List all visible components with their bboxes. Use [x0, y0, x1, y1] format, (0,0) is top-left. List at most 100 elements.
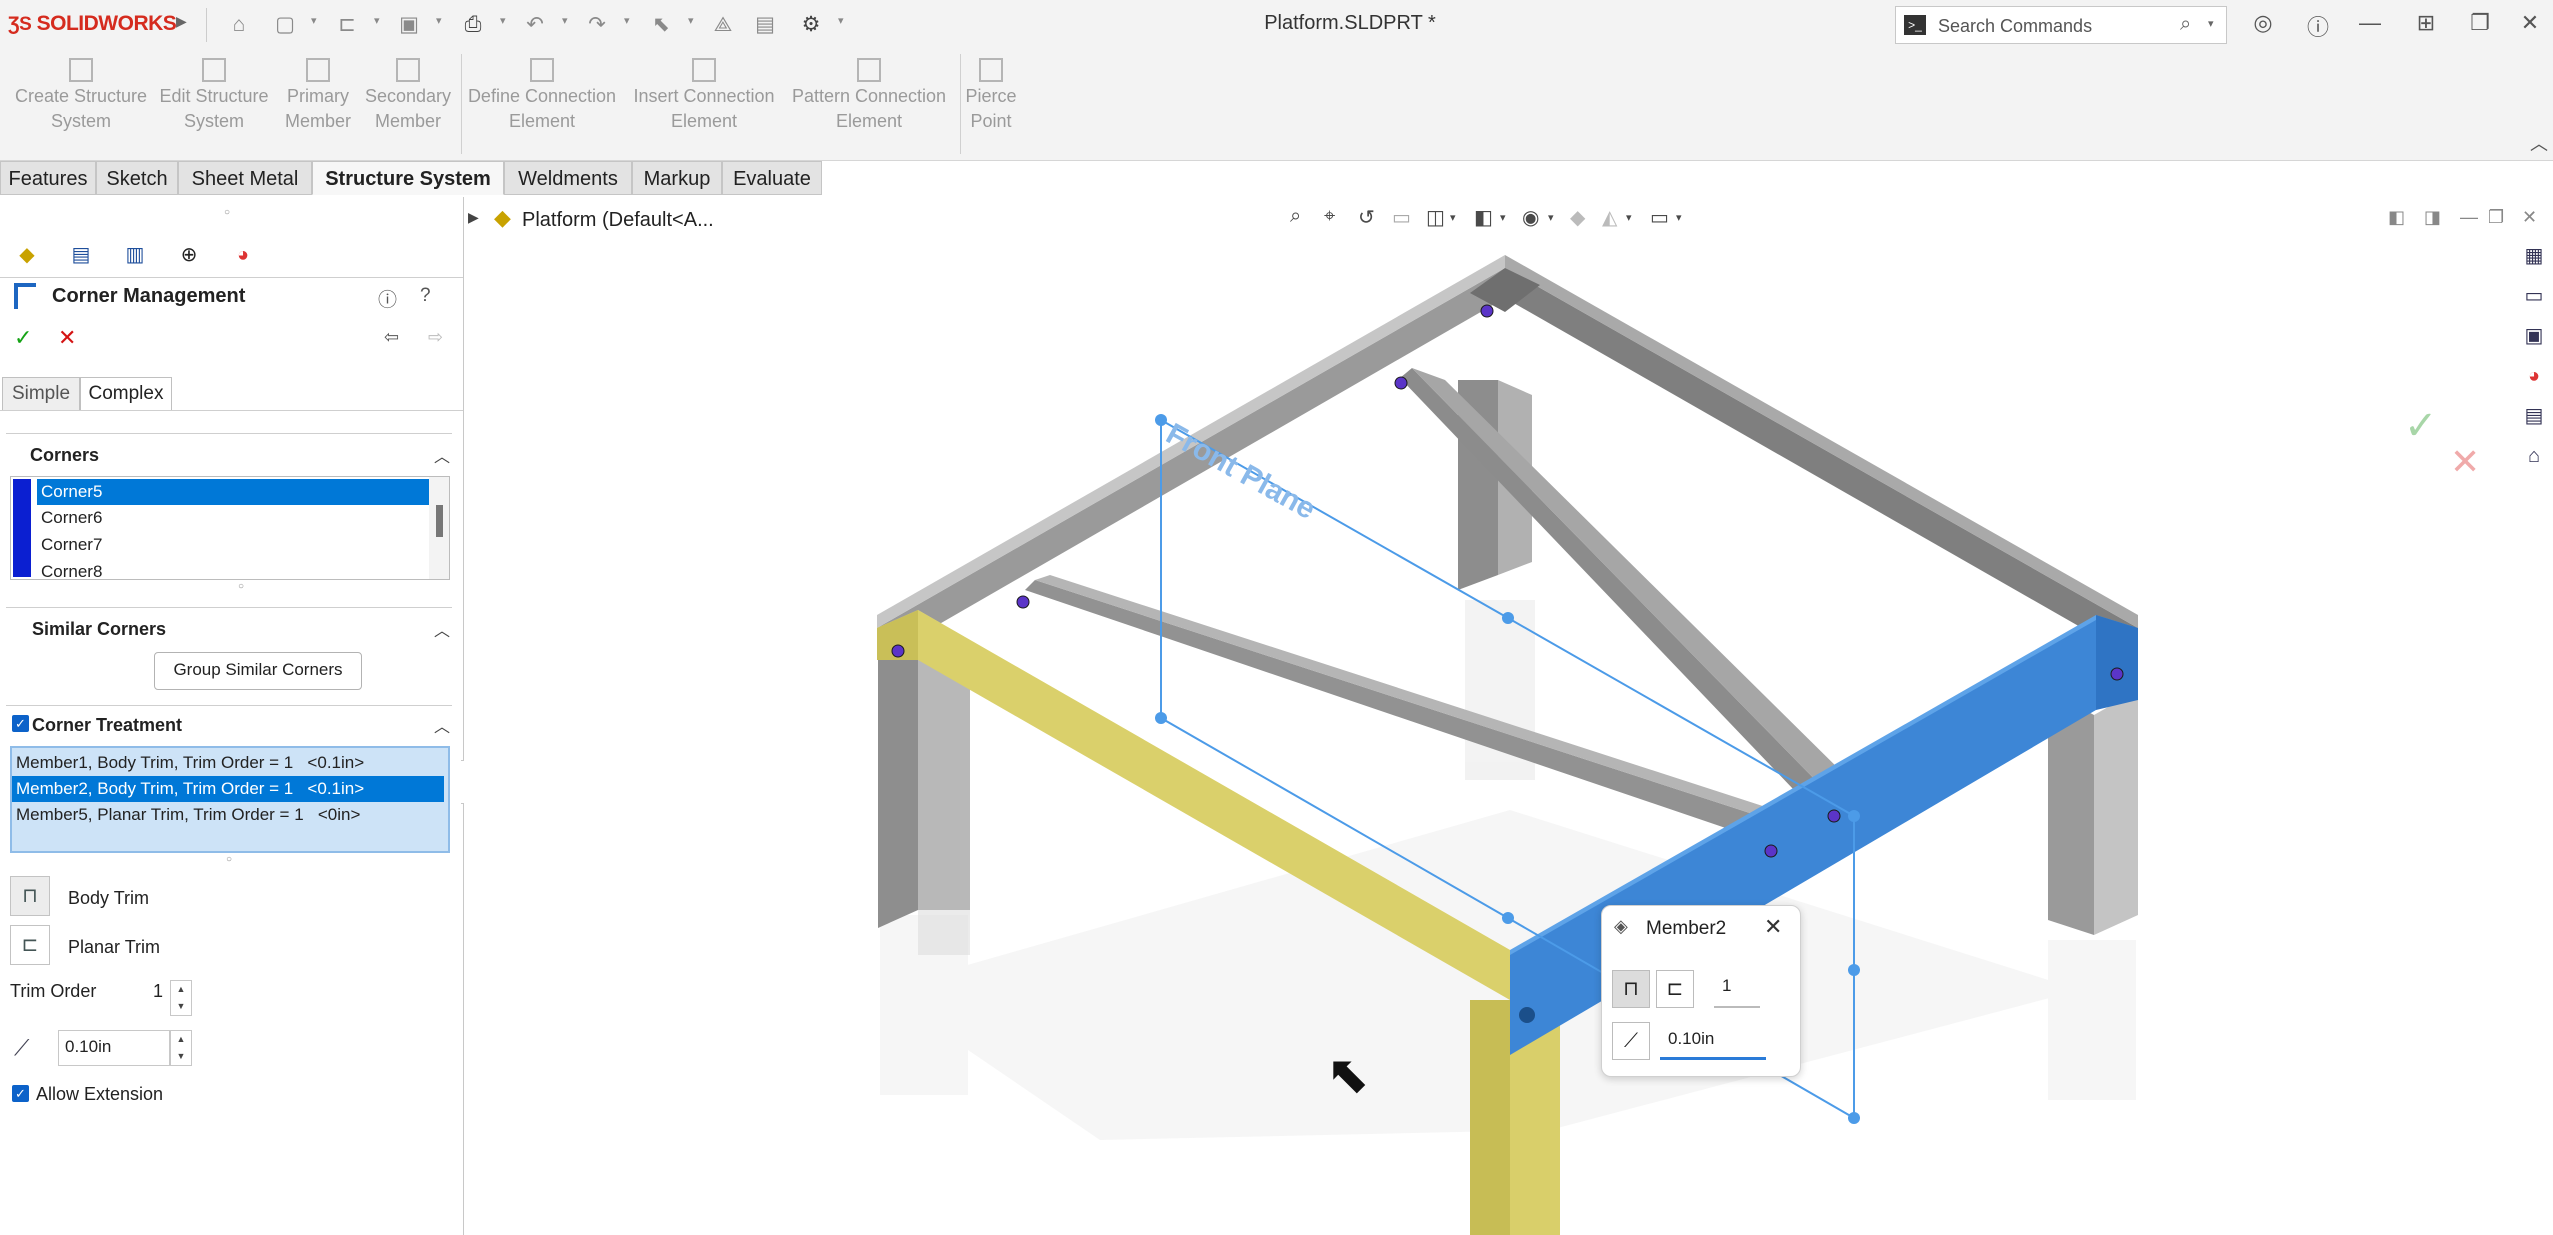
scrollbar[interactable]: [429, 477, 449, 579]
options-dropdown-icon[interactable]: ▾: [838, 14, 844, 27]
list-resize-handle[interactable]: ○: [226, 854, 232, 865]
define-connection-element-button[interactable]: Define Connection Element: [464, 58, 620, 134]
planar-trim-icon[interactable]: ⊏: [10, 925, 50, 965]
list-item[interactable]: Corner6: [37, 505, 429, 531]
collapse-ribbon-icon[interactable]: ︿: [2530, 130, 2548, 156]
tab-markup[interactable]: Markup: [632, 161, 722, 195]
redo-icon[interactable]: ↷: [584, 12, 610, 38]
file-properties-icon[interactable]: ▤: [752, 12, 778, 38]
save-dropdown-icon[interactable]: ▾: [436, 14, 442, 27]
popup-gap-input[interactable]: 0.10in: [1660, 1022, 1766, 1060]
display-manager-icon[interactable]: ◕: [224, 239, 262, 271]
rebuild-icon[interactable]: ⟁: [710, 12, 736, 38]
tab-evaluate[interactable]: Evaluate: [722, 161, 822, 195]
tab-features[interactable]: Features: [0, 161, 96, 195]
minimize-icon[interactable]: —: [2352, 10, 2388, 36]
select-pointer-icon[interactable]: ⬉: [648, 12, 674, 38]
whats-new-icon[interactable]: ⓘ: [378, 285, 397, 312]
back-arrow-icon[interactable]: ⇦: [384, 327, 399, 348]
help-icon[interactable]: ⓘ: [2300, 10, 2336, 42]
treatment-list[interactable]: Member1, Body Trim, Trim Order = 1 <0.1i…: [10, 746, 450, 853]
property-manager-icon[interactable]: ▤: [62, 239, 100, 271]
home-icon[interactable]: ⌂: [2520, 442, 2548, 470]
configuration-manager-icon[interactable]: ▥: [116, 239, 154, 271]
new-document-icon[interactable]: ▢: [272, 12, 298, 38]
popup-close-icon[interactable]: ✕: [1764, 914, 1782, 940]
top-member-back-right[interactable]: [1505, 255, 2138, 660]
select-dropdown-icon[interactable]: ▾: [688, 14, 694, 27]
viewport-close-icon[interactable]: ✕: [2522, 207, 2537, 228]
file-explorer-icon[interactable]: ▣: [2520, 322, 2548, 350]
options-gear-icon[interactable]: ⚙: [798, 12, 824, 38]
cancel-x-icon[interactable]: ✕: [58, 325, 76, 351]
trim-order-value[interactable]: 1: [146, 981, 170, 1002]
gap-input[interactable]: 0.10in: [58, 1030, 170, 1066]
leg-back-left[interactable]: [878, 640, 970, 928]
print-dropdown-icon[interactable]: ▾: [500, 14, 506, 27]
create-structure-system-button[interactable]: Create Structure System: [8, 58, 154, 134]
collapse-similar-corners-icon[interactable]: ︿: [434, 617, 450, 641]
list-item[interactable]: Corner8: [37, 559, 429, 585]
collapse-corners-icon[interactable]: ︿: [434, 443, 450, 467]
search-icon[interactable]: ⌕: [2180, 13, 2191, 36]
mode-tab-complex[interactable]: Complex: [80, 377, 172, 411]
close-window-icon[interactable]: ✕: [2512, 10, 2548, 36]
tab-sheet-metal[interactable]: Sheet Metal: [178, 161, 312, 195]
new-dropdown-icon[interactable]: ▾: [311, 14, 317, 27]
corner-treatment-checkbox[interactable]: ✓: [12, 715, 29, 732]
feature-manager-icon[interactable]: ◆: [8, 239, 46, 271]
help-icon[interactable]: ?: [420, 285, 431, 307]
dimxpert-manager-icon[interactable]: ⊕: [170, 239, 208, 271]
menu-expand-icon[interactable]: ▶: [176, 13, 187, 30]
panel-splitter-handle[interactable]: ○: [224, 207, 230, 218]
popup-body-trim-icon[interactable]: ⊓: [1612, 970, 1650, 1008]
custom-properties-icon[interactable]: ▤: [2520, 402, 2548, 430]
mode-tab-simple[interactable]: Simple: [2, 377, 80, 411]
allow-extension-checkbox[interactable]: ✓: [12, 1085, 29, 1102]
ok-check-icon[interactable]: ✓: [14, 325, 32, 351]
graphics-area[interactable]: ▶ ◆ Platform (Default<A... ⌕ ⌖ ↺ ▭ ◫ ▾ ◧…: [464, 197, 2537, 1235]
scrollbar-thumb[interactable]: [436, 505, 443, 537]
forward-arrow-icon[interactable]: ⇨: [428, 327, 443, 348]
save-icon[interactable]: ▣: [396, 12, 422, 38]
gap-stepper[interactable]: ▲ ▼: [170, 1030, 192, 1066]
list-item[interactable]: Member1, Body Trim, Trim Order = 1 <0.1i…: [12, 750, 444, 776]
primary-member-button[interactable]: Primary Member: [276, 58, 360, 134]
insert-connection-element-button[interactable]: Insert Connection Element: [626, 58, 782, 134]
list-item[interactable]: Corner7: [37, 532, 429, 558]
open-folder-icon[interactable]: ⊏: [334, 12, 360, 38]
undo-dropdown-icon[interactable]: ▾: [562, 14, 568, 27]
open-dropdown-icon[interactable]: ▾: [374, 14, 380, 27]
body-trim-icon[interactable]: ⊓: [10, 876, 50, 916]
design-library-icon[interactable]: ▭: [2520, 282, 2548, 310]
search-dropdown-icon[interactable]: ▾: [2208, 17, 2214, 30]
secondary-member-button[interactable]: Secondary Member: [362, 58, 454, 134]
list-item[interactable]: Corner5: [37, 479, 429, 505]
popup-trim-order-input[interactable]: 1: [1714, 970, 1760, 1008]
popup-planar-trim-icon[interactable]: ⊏: [1656, 970, 1694, 1008]
pierce-point-button[interactable]: Pierce Point: [964, 58, 1018, 134]
pattern-connection-element-button[interactable]: Pattern Connection Element: [786, 58, 952, 134]
undo-icon[interactable]: ↶: [522, 12, 548, 38]
list-item[interactable]: Member2, Body Trim, Trim Order = 1 <0.1i…: [12, 776, 444, 802]
solidworks-logo[interactable]: ƷS SOLIDWORKS: [8, 12, 177, 36]
edit-structure-system-button[interactable]: Edit Structure System: [156, 58, 272, 134]
group-similar-corners-button[interactable]: Group Similar Corners: [154, 652, 362, 690]
model-3d-view[interactable]: Front Plane: [464, 197, 2514, 1235]
print-icon[interactable]: ⎙: [460, 12, 486, 38]
redo-dropdown-icon[interactable]: ▾: [624, 14, 630, 27]
collapse-corner-treatment-icon[interactable]: ︿: [434, 713, 450, 737]
tab-sketch[interactable]: Sketch: [96, 161, 178, 195]
user-account-icon[interactable]: ◎: [2245, 10, 2281, 36]
tab-weldments[interactable]: Weldments: [504, 161, 632, 195]
trim-order-stepper[interactable]: ▲ ▼: [170, 980, 192, 1016]
appearances-icon[interactable]: ◕: [2520, 362, 2548, 390]
tile-windows-icon[interactable]: ⊞: [2408, 10, 2444, 36]
list-item[interactable]: Member5, Planar Trim, Trim Order = 1 <0i…: [12, 802, 444, 828]
home-icon[interactable]: ⌂: [226, 12, 252, 38]
solidworks-resources-icon[interactable]: ▦: [2520, 242, 2548, 270]
search-input[interactable]: [1936, 11, 2170, 41]
search-box[interactable]: >_ ⌕ ▾: [1895, 6, 2227, 44]
tab-structure-system[interactable]: Structure System: [312, 161, 504, 195]
member-endpoint[interactable]: [1519, 1007, 1535, 1023]
